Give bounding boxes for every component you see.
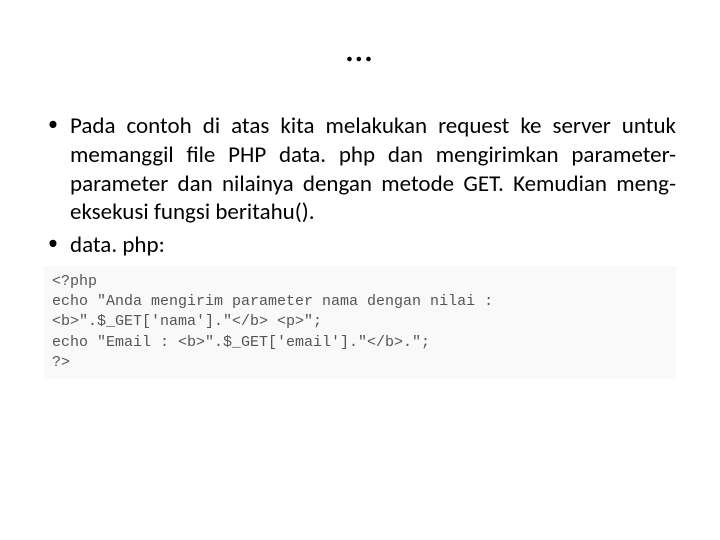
bullet-item: Pada contoh di atas kita melakukan reque… <box>44 112 676 227</box>
slide-title: … <box>44 26 676 72</box>
slide: … Pada contoh di atas kita melakukan req… <box>0 0 720 540</box>
bullet-list: Pada contoh di atas kita melakukan reque… <box>44 112 676 260</box>
bullet-item: data. php: <box>44 231 676 260</box>
code-block: <?php echo "Anda mengirim parameter nama… <box>44 266 676 379</box>
